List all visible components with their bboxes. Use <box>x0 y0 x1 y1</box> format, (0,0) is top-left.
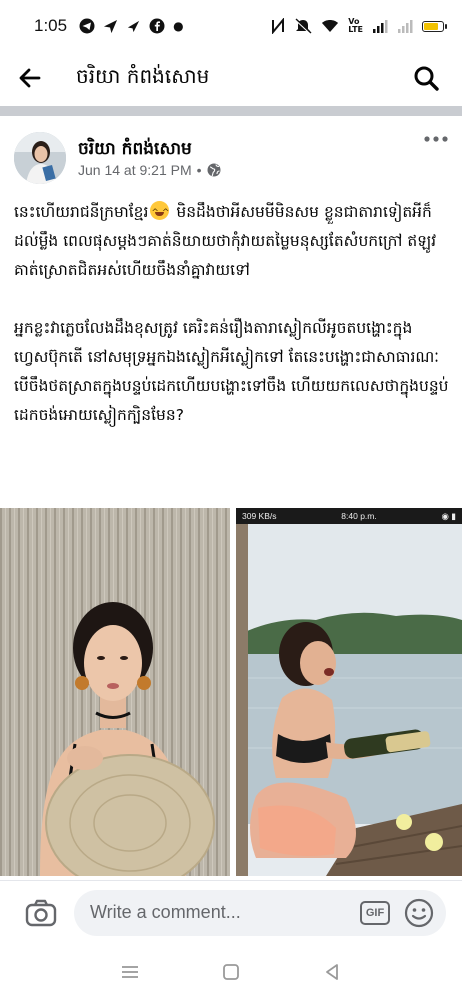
back-nav-button[interactable] <box>320 960 344 984</box>
signal-icon <box>373 20 388 33</box>
mute-icon <box>295 18 312 34</box>
recent-apps-button[interactable] <box>118 960 142 984</box>
post-text-segment: នេះហើយរាជនីក្រមាខ្មែរ <box>14 203 149 221</box>
dot-icon: ● <box>173 19 184 33</box>
facebook-icon <box>149 18 165 34</box>
post-photo[interactable]: 309 KB/s 8:40 p.m. ◉ ▮ <box>236 508 462 876</box>
post-photo[interactable] <box>0 508 230 876</box>
signal-2-icon <box>398 20 413 33</box>
app-header: ចរិយា កំពង់សោម <box>0 52 462 104</box>
avatar-image <box>14 132 66 184</box>
home-square-icon <box>223 964 239 980</box>
avatar[interactable] <box>14 132 66 184</box>
search-button[interactable] <box>408 60 444 96</box>
search-icon <box>414 66 439 91</box>
section-divider <box>0 106 462 116</box>
home-button[interactable] <box>219 960 243 984</box>
network-speed: 309 KB/s <box>242 511 277 521</box>
post-timestamp[interactable]: Jun 14 at 9:21 PM <box>78 162 192 178</box>
post-paragraph: នេះហើយរាជនីក្រមាខ្មែរ មិនដឹងថាអីសមមីមិនស… <box>14 198 450 285</box>
post-body: នេះហើយរាជនីក្រមាខ្មែរ មិនដឹងថាអីសមមីមិនស… <box>14 198 450 459</box>
post-paragraph: អ្នកខ្លះវាភ្លេចលែងដឹងខុសត្រូវ គេរិះគន់រឿ… <box>14 319 449 424</box>
notification-icons: ● <box>79 18 184 34</box>
globe-icon <box>207 163 221 177</box>
status-time: 1:05 <box>34 16 68 35</box>
more-horizontal-icon <box>424 136 448 142</box>
more-options-button[interactable] <box>424 124 448 149</box>
menu-icon <box>122 966 139 978</box>
comment-input[interactable] <box>90 902 360 923</box>
post-header: ចរិយា កំពង់សោម Jun 14 at 9:21 PM • <box>14 130 448 186</box>
system-icons: Vo LTE <box>271 17 447 34</box>
author-block: ចរិយា កំពង់សោម Jun 14 at 9:21 PM • <box>78 138 221 178</box>
telegram-icon <box>79 18 95 34</box>
volte-icon: Vo LTE <box>348 17 363 34</box>
wifi-icon <box>322 20 339 32</box>
photo-image <box>236 508 462 876</box>
system-navigation-bar <box>0 944 462 1000</box>
meta-separator: • <box>196 162 202 179</box>
camera-button[interactable] <box>24 896 58 930</box>
post-photos: 309 KB/s 8:40 p.m. ◉ ▮ <box>0 508 462 876</box>
screenshot-time: 8:40 p.m. <box>341 511 377 521</box>
screenshot-status-icons: ◉ ▮ <box>441 510 456 521</box>
camera-icon <box>25 899 57 926</box>
back-triangle-icon <box>325 964 338 980</box>
photo-image <box>0 508 230 876</box>
back-button[interactable] <box>18 60 54 96</box>
arrow-left-icon <box>19 68 41 88</box>
battery-fill <box>424 22 439 30</box>
gif-button[interactable]: GIF <box>360 900 390 925</box>
laughing-emoji-icon <box>150 199 170 228</box>
comment-input-wrapper: GIF <box>74 889 446 936</box>
smile-icon <box>404 898 434 927</box>
nfc-icon <box>272 18 285 34</box>
location-arrow-icon <box>127 20 140 32</box>
send-icon <box>104 19 118 33</box>
battery-icon <box>422 20 447 32</box>
screenshot-status-bar: 309 KB/s 8:40 p.m. ◉ ▮ <box>236 508 462 524</box>
comment-bar: GIF <box>0 880 462 944</box>
status-bar: 1:05 ● Vo LTE <box>0 0 462 52</box>
emoji-button[interactable] <box>404 898 434 928</box>
author-name[interactable]: ចរិយា កំពង់សោម <box>78 138 221 160</box>
post-meta: Jun 14 at 9:21 PM • <box>78 162 221 178</box>
page-title: ចរិយា កំពង់សោម <box>76 64 210 88</box>
